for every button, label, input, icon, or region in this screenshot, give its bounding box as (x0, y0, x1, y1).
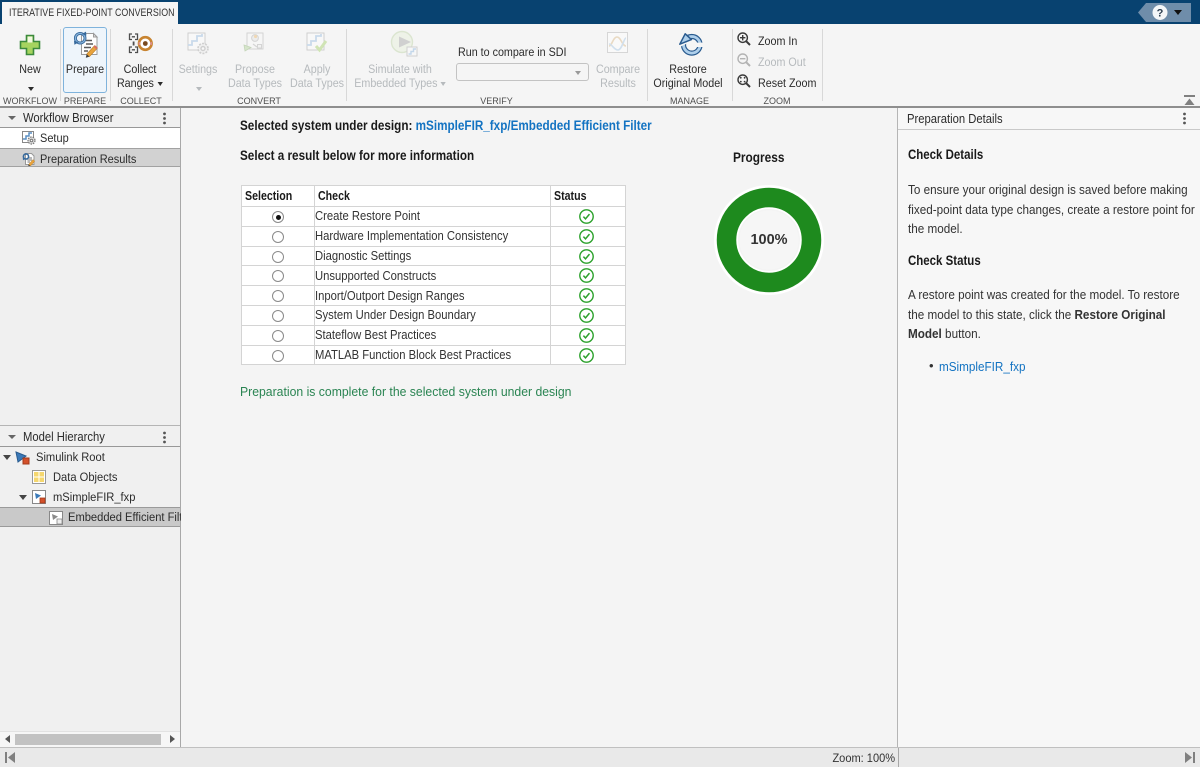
svg-text:?: ? (1157, 8, 1164, 20)
